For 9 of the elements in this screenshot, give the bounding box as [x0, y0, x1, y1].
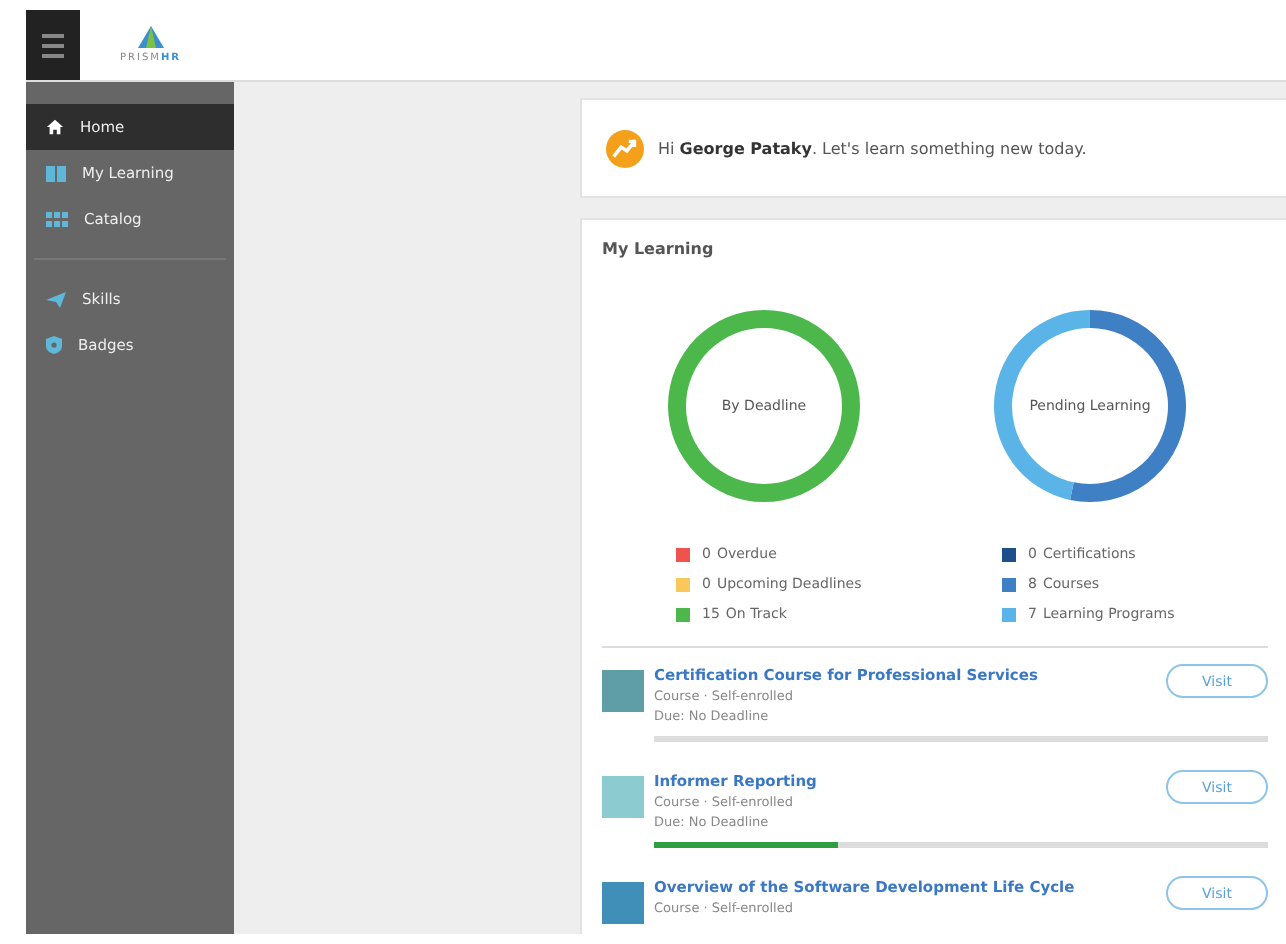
triangle-logo-icon — [137, 26, 164, 48]
book-icon — [46, 165, 66, 181]
menu-button[interactable] — [26, 10, 80, 80]
grid-icon — [46, 211, 68, 227]
card-title: My Learning — [600, 238, 716, 258]
shield-icon — [46, 336, 62, 354]
greeting-text: Hi George Pataky. Let's learn something new today. — [658, 139, 1087, 157]
home-icon — [46, 118, 64, 136]
paper-plane-icon — [46, 291, 66, 307]
